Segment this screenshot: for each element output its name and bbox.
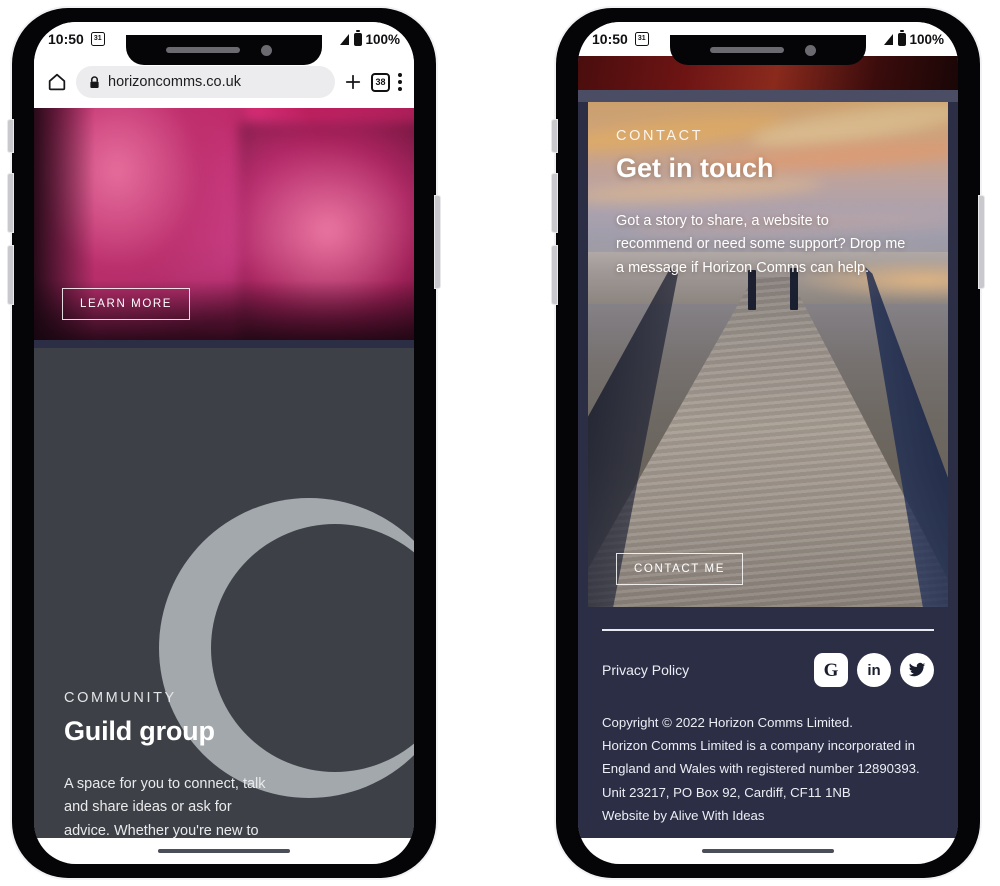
- calendar-icon: 31: [634, 32, 649, 46]
- web-viewport-left[interactable]: LEARN MORE COMMUNITY Guild group A space…: [34, 108, 414, 864]
- phone-mockup-left: 10:50 31 100% horizoncomms.co.uk 38 LEAR…: [8, 8, 440, 878]
- system-nav-bar-right: [578, 838, 958, 864]
- volume-up-button[interactable]: [8, 174, 13, 232]
- volume-down-button[interactable]: [8, 246, 13, 304]
- earpiece-speaker: [710, 47, 784, 53]
- front-camera: [805, 45, 816, 56]
- power-button[interactable]: [979, 196, 984, 288]
- status-time: 10:50: [48, 31, 84, 47]
- linkedin-glyph: in: [867, 661, 881, 679]
- copyright-line-2: Horizon Comms Limited is a company incor…: [602, 738, 920, 800]
- google-glyph: G: [823, 659, 839, 681]
- guild-group-card: COMMUNITY Guild group A space for you to…: [34, 348, 414, 864]
- status-left-group: 10:50 31: [48, 31, 105, 47]
- learn-more-button[interactable]: LEARN MORE: [62, 288, 191, 320]
- screenshot-stage: 10:50 31 100% horizoncomms.co.uk 38 LEAR…: [0, 0, 1000, 886]
- contact-section: CONTACT Get in touch Got a story to shar…: [588, 102, 948, 607]
- social-links: G in: [814, 653, 934, 687]
- tab-counter-button[interactable]: 38: [371, 72, 390, 92]
- card-headline: Guild group: [64, 716, 215, 746]
- footer-divider: [602, 629, 934, 631]
- kebab-menu-icon[interactable]: [398, 73, 402, 91]
- twitter-icon[interactable]: [900, 653, 934, 687]
- crescent-decoration: [159, 498, 414, 798]
- status-time: 10:50: [592, 31, 628, 47]
- lock-icon: [89, 75, 100, 89]
- section-gap: [578, 90, 958, 102]
- url-text: horizoncomms.co.uk: [108, 74, 241, 90]
- silent-switch-button[interactable]: [552, 120, 557, 152]
- front-camera: [261, 45, 272, 56]
- phone-notch: [670, 35, 866, 65]
- battery-percent: 100%: [365, 31, 400, 47]
- status-right-group: 100%: [884, 29, 944, 47]
- google-icon[interactable]: G: [814, 653, 848, 687]
- copyright-line-1: Copyright © 2022 Horizon Comms Limited.: [602, 715, 853, 730]
- home-indicator[interactable]: [702, 849, 834, 853]
- home-icon[interactable]: [46, 71, 68, 93]
- privacy-policy-link[interactable]: Privacy Policy: [602, 662, 689, 678]
- hero-image-learn-more: LEARN MORE: [34, 108, 414, 340]
- url-bar[interactable]: horizoncomms.co.uk: [76, 66, 335, 98]
- card-eyebrow: COMMUNITY: [64, 690, 177, 706]
- phone-mockup-right: 10:50 31 100% CONTACT Get in touch Got a…: [552, 8, 984, 878]
- phone-screen-right: 10:50 31 100% CONTACT Get in touch Got a…: [578, 22, 958, 864]
- power-button[interactable]: [435, 196, 440, 288]
- silent-switch-button[interactable]: [8, 120, 13, 152]
- calendar-icon: 31: [90, 32, 105, 46]
- battery-icon: [898, 29, 907, 46]
- system-nav-bar-left: [34, 838, 414, 864]
- battery-percent: 100%: [909, 31, 944, 47]
- signal-triangle-icon: [340, 33, 350, 45]
- web-page-right: CONTACT Get in touch Got a story to shar…: [578, 56, 958, 864]
- contact-headline: Get in touch: [616, 153, 774, 183]
- battery-icon: [354, 29, 363, 46]
- volume-down-button[interactable]: [552, 246, 557, 304]
- web-page-left: LEARN MORE COMMUNITY Guild group A space…: [34, 108, 414, 864]
- status-left-group: 10:50 31: [592, 31, 649, 47]
- earpiece-speaker: [166, 47, 240, 53]
- web-viewport-right[interactable]: CONTACT Get in touch Got a story to shar…: [578, 56, 958, 864]
- contact-eyebrow: CONTACT: [616, 128, 704, 144]
- contact-text-block: CONTACT Get in touch Got a story to shar…: [588, 102, 948, 280]
- phone-screen-left: 10:50 31 100% horizoncomms.co.uk 38 LEAR…: [34, 22, 414, 864]
- contact-body-text: Got a story to share, a website to recom…: [616, 213, 906, 276]
- status-right-group: 100%: [340, 29, 400, 47]
- linkedin-icon[interactable]: in: [857, 653, 891, 687]
- copyright-block: Copyright © 2022 Horizon Comms Limited. …: [602, 711, 934, 827]
- signal-triangle-icon: [884, 33, 894, 45]
- footer-top-row: Privacy Policy G in: [602, 653, 934, 687]
- contact-me-button[interactable]: CONTACT ME: [616, 553, 743, 585]
- site-footer: Privacy Policy G in Copyright © 2022 Hor…: [578, 607, 958, 828]
- home-indicator[interactable]: [158, 849, 290, 853]
- website-credit-link[interactable]: Website by Alive With Ideas: [602, 804, 934, 827]
- phone-notch: [126, 35, 322, 65]
- volume-up-button[interactable]: [552, 174, 557, 232]
- plus-icon[interactable]: [343, 72, 363, 92]
